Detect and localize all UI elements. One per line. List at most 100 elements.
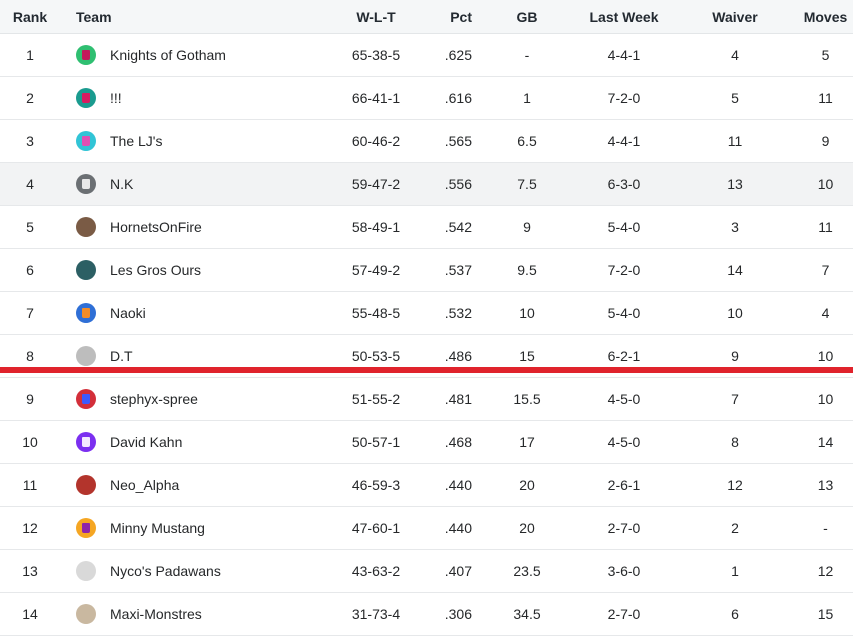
photo-avatar-icon[interactable] [76,346,96,366]
team-cell[interactable]: Naoki [76,292,326,334]
wlt-cell: 47-60-1 [351,520,401,536]
last-week-cell: 4-4-1 [607,47,641,63]
photo-avatar-icon[interactable] [76,475,96,495]
moves-cell: 11 [818,90,833,106]
gb-cell: 1 [523,90,531,106]
team-cell[interactable]: Nyco's Padawans [76,550,326,592]
team-cell[interactable]: N.K [76,163,326,205]
rank-cell: 3 [26,133,34,149]
header-last-week[interactable]: Last Week [584,0,664,33]
pct-cell: .565 [444,133,472,149]
pct-cell: .542 [444,219,472,235]
last-week-cell: 2-7-0 [607,606,641,622]
orange-jersey-avatar-icon[interactable] [76,518,96,538]
gb-cell: 7.5 [517,176,537,192]
cyan-jersey-avatar-icon[interactable] [76,131,96,151]
header-rank[interactable]: Rank [0,0,60,33]
last-week-cell: 5-4-0 [607,219,641,235]
standings-table: Rank Team W-L-T Pct GB Last Week Waiver … [0,0,853,636]
waiver-cell: 8 [731,434,739,450]
green-jersey-avatar-icon[interactable] [76,45,96,65]
rank-cell: 10 [22,434,38,450]
team-name-link[interactable]: HornetsOnFire [110,219,202,235]
blue-jersey-avatar-icon[interactable] [76,303,96,323]
moves-cell: 12 [817,563,834,579]
wlt-cell: 50-57-1 [351,434,401,450]
last-week-cell: 3-6-0 [607,563,641,579]
waiver-cell: 3 [731,219,739,235]
photo-avatar-icon[interactable] [76,217,96,237]
red-jersey-avatar-icon[interactable] [76,389,96,409]
team-name-link[interactable]: Knights of Gotham [110,47,226,63]
last-week-cell: 2-7-0 [607,520,641,536]
team-name-link[interactable]: Les Gros Ours [110,262,201,278]
moves-cell: 14 [817,434,834,450]
table-row: 4 N.K 59-47-2 .556 7.5 6-3-0 13 10 [0,163,853,206]
moves-cell: 5 [821,47,830,63]
team-name-link[interactable]: stephyx-spree [110,391,198,407]
moves-cell: 15 [817,606,834,622]
rank-cell: 9 [26,391,34,407]
rank-cell: 4 [26,176,34,192]
table-row: 11 Neo_Alpha 46-59-3 .440 20 2-6-1 12 13 [0,464,853,507]
table-row: 6 Les Gros Ours 57-49-2 .537 9.5 7-2-0 14 7 [0,249,853,292]
team-cell[interactable]: Les Gros Ours [76,249,326,291]
team-cell[interactable]: The LJ's [76,120,326,162]
wlt-cell: 59-47-2 [351,176,401,192]
rank-cell: 1 [26,47,34,63]
photo-avatar-icon[interactable] [76,561,96,581]
waiver-cell: 11 [727,133,743,149]
team-name-link[interactable]: !!! [110,90,122,106]
team-name-link[interactable]: David Kahn [110,434,182,450]
last-week-cell: 7-2-0 [607,90,641,106]
team-name-link[interactable]: D.T [110,348,133,364]
gb-cell: 10 [519,305,535,321]
last-week-cell: 4-5-0 [607,391,641,407]
header-waiver[interactable]: Waiver [704,0,766,33]
gray-jersey-avatar-icon[interactable] [76,174,96,194]
pct-cell: .481 [444,391,472,407]
header-team[interactable]: Team [76,0,326,33]
team-cell[interactable]: David Kahn [76,421,326,463]
waiver-cell: 5 [731,90,739,106]
table-row: 13 Nyco's Padawans 43-63-2 .407 23.5 3-6-0 1 12 [0,550,853,593]
wlt-cell: 51-55-2 [351,391,401,407]
team-name-link[interactable]: Neo_Alpha [110,477,179,493]
waiver-cell: 2 [731,520,739,536]
pct-cell: .616 [444,90,472,106]
team-cell[interactable]: HornetsOnFire [76,206,326,248]
last-week-cell: 7-2-0 [607,262,641,278]
team-name-link[interactable]: Naoki [110,305,146,321]
header-wlt[interactable]: W-L-T [338,0,414,33]
pct-cell: .407 [444,563,472,579]
team-cell[interactable]: Neo_Alpha [76,464,326,506]
gb-cell: 23.5 [513,563,541,579]
team-cell[interactable]: !!! [76,77,326,119]
rank-cell: 6 [26,262,34,278]
team-cell[interactable]: Knights of Gotham [76,34,326,76]
playoff-cutline [0,367,853,373]
team-name-link[interactable]: N.K [110,176,133,192]
team-name-link[interactable]: The LJ's [110,133,162,149]
gb-cell: 15.5 [513,391,541,407]
header-pct[interactable]: Pct [446,0,472,33]
team-name-link[interactable]: Minny Mustang [110,520,205,536]
waiver-cell: 13 [727,176,743,192]
header-moves[interactable]: Moves [798,0,853,33]
team-cell[interactable]: stephyx-spree [76,378,326,420]
header-gb[interactable]: GB [498,0,556,33]
teal-jersey-avatar-icon[interactable] [76,88,96,108]
pct-cell: .306 [444,606,472,622]
team-name-link[interactable]: Nyco's Padawans [110,563,221,579]
photo-avatar-icon[interactable] [76,260,96,280]
wlt-cell: 31-73-4 [351,606,401,622]
rank-cell: 5 [26,219,34,235]
team-name-link[interactable]: Maxi-Monstres [110,606,202,622]
team-cell[interactable]: Minny Mustang [76,507,326,549]
moves-cell: 10 [817,391,834,407]
gb-cell: 9 [523,219,531,235]
gb-cell: 9.5 [517,262,537,278]
photo-avatar-icon[interactable] [76,604,96,624]
purple-jersey-avatar-icon[interactable] [76,432,96,452]
team-cell[interactable]: Maxi-Monstres [76,593,326,635]
